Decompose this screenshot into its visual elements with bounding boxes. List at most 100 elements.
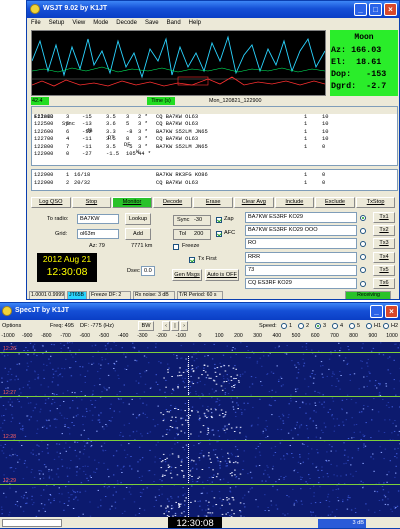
specjt-minimize-button[interactable]: _ xyxy=(370,305,383,318)
specjt-close-button[interactable]: × xyxy=(385,305,398,318)
zap-checkbox[interactable] xyxy=(216,217,222,223)
decode-cell-db: -13 xyxy=(82,121,92,128)
decode-row[interactable]: 122700 4 -11 3.5 8 3 * CQ BA7KW OL63 1 10 xyxy=(32,136,397,143)
decode-list-2[interactable]: 122900 1 16/18 BA7KW RK3FG KO86 1 0 122900 2 20/… xyxy=(31,169,398,191)
tx-message-4-input[interactable]: RRR xyxy=(245,251,357,263)
axis-tick-label: 800 xyxy=(349,333,358,339)
decode-list[interactable]: FileID Sync dB DT DF W 122300 3 -15 3.5 3 2 *… xyxy=(31,106,398,166)
grid-input[interactable]: ol63m xyxy=(77,229,119,239)
zoom-out-button[interactable]: ‹ xyxy=(162,321,170,331)
tx-first-checkbox[interactable] xyxy=(189,257,195,263)
decode-row[interactable]: 122500 5 -13 3.6 5 3 * CQ BA7KW OL63 1 10 xyxy=(32,121,397,128)
tx-message-3-input[interactable]: RO xyxy=(245,238,357,250)
clock-display: 12:30:08 xyxy=(46,266,88,278)
decode-row[interactable]: 122900 0 -27 -1.5 105 44 * xyxy=(32,151,397,158)
tx-1-radio[interactable] xyxy=(360,214,366,221)
tx-4-radio[interactable] xyxy=(360,254,366,261)
decode-row[interactable]: 122600 6 -12 3.3 -8 3 * BA7KW S52LM JN65 1 10 xyxy=(32,129,397,136)
axis-tick-label: -800 xyxy=(41,333,52,339)
spec-clock: 12:30:08 xyxy=(168,517,222,528)
stop-button[interactable]: Stop xyxy=(71,197,112,208)
exclude-button[interactable]: Exclude xyxy=(315,197,355,208)
dsec-input[interactable]: 0.0 xyxy=(141,266,155,276)
afc-checkbox[interactable] xyxy=(216,231,222,237)
tx-5-button[interactable]: Tx5 xyxy=(373,264,395,276)
tx-message-2-input[interactable]: BA7KW ES3RF KO29 OOO xyxy=(245,225,357,237)
tx-1-button[interactable]: Tx1 xyxy=(373,212,395,223)
monitor-button[interactable]: Monitor xyxy=(112,197,152,208)
clear-avg-button[interactable]: Clear Avg xyxy=(234,197,274,208)
spectrum-graph[interactable] xyxy=(31,30,326,96)
decode-cell-msg: CQ BA7KW OL63 xyxy=(156,114,199,120)
decode-cell-file: 122600 xyxy=(34,128,54,135)
bw-button[interactable]: BW xyxy=(138,321,154,331)
decode-row[interactable]: 122800 7 -11 3.5 -5 3 * BA7KW S52LM JN65 1 0 xyxy=(32,144,397,151)
axis-tick-label: 700 xyxy=(330,333,339,339)
speed-4-radio[interactable] xyxy=(332,323,338,329)
tx-2-radio[interactable] xyxy=(360,227,366,234)
tx-4-button[interactable]: Tx4 xyxy=(373,251,395,263)
lookup-button[interactable]: Lookup xyxy=(125,213,151,225)
zoom-center-button[interactable]: | xyxy=(171,321,179,331)
tx-6-radio[interactable] xyxy=(360,280,366,287)
minimize-button[interactable]: _ xyxy=(354,3,367,16)
erase-button[interactable]: Erase xyxy=(193,197,233,208)
waterfall-display[interactable]: 12:26 12:27 12:28 12:29 xyxy=(0,342,400,517)
menu-help[interactable]: Help xyxy=(189,20,201,26)
gen-msgs-button[interactable]: Gen Msgs xyxy=(172,269,202,281)
menu-file[interactable]: File xyxy=(31,20,41,26)
tx-3-radio[interactable] xyxy=(360,240,366,247)
decode-button[interactable]: Decode xyxy=(152,197,193,208)
axis-tick-label: -300 xyxy=(137,333,148,339)
tx-2-button[interactable]: Tx2 xyxy=(373,225,395,237)
speed-h2-radio[interactable] xyxy=(383,323,389,329)
menu-setup[interactable]: Setup xyxy=(49,20,65,26)
tol-spinbox[interactable]: Tol 200 xyxy=(173,229,211,240)
axis-tick-label: -1000 xyxy=(1,333,15,339)
axis-tick-label: 1000 xyxy=(386,333,398,339)
sync-spinbox[interactable]: Sync -30 xyxy=(173,215,211,226)
menu-decode[interactable]: Decode xyxy=(116,20,137,26)
txstop-button[interactable]: TxStop xyxy=(355,197,396,208)
specjt-window: SpecJT by K1JT _ × Options Freq: 495 DF:… xyxy=(0,302,400,529)
speed-5-radio[interactable] xyxy=(349,323,355,329)
axis-tick-label: -400 xyxy=(117,333,129,339)
menu-mode[interactable]: Mode xyxy=(93,20,108,26)
specjt-window-title: SpecJT by K1JT xyxy=(15,307,70,314)
tx-message-1-input[interactable]: BA7KW ES3RF KO29 xyxy=(245,212,357,223)
options-menu[interactable]: Options xyxy=(2,323,21,329)
menu-view[interactable]: View xyxy=(72,20,85,26)
graph-status-strip: 42.4 Time (s) Mon_120821_122900 xyxy=(31,97,326,105)
to-radio-input[interactable]: BA7KW xyxy=(77,214,119,224)
decode-cell-dt: 3.5 xyxy=(106,114,116,120)
log-qso-button[interactable]: Log QSO xyxy=(31,197,71,208)
decode-cell-w: 3 * xyxy=(138,128,148,135)
close-button[interactable]: × xyxy=(384,3,397,16)
include-button[interactable]: Include xyxy=(274,197,315,208)
tx-6-button[interactable]: Tx6 xyxy=(373,278,395,289)
tx-5-radio[interactable] xyxy=(360,267,366,274)
speed-2-radio[interactable] xyxy=(298,323,304,329)
add-button[interactable]: Add xyxy=(125,228,151,240)
speed-h1-radio[interactable] xyxy=(366,323,372,329)
speed-1-radio[interactable] xyxy=(281,323,287,329)
freeze-checkbox[interactable] xyxy=(173,244,179,250)
tx-message-5-input[interactable]: 73 xyxy=(245,264,357,276)
zoom-in-button[interactable]: › xyxy=(180,321,188,331)
tx-3-button[interactable]: Tx3 xyxy=(373,238,395,250)
decode-cell-file: 122500 xyxy=(34,121,54,128)
menu-band[interactable]: Band xyxy=(167,20,181,26)
auto-off-button[interactable]: Auto is OFF xyxy=(205,269,239,281)
decode-cell-sync: 5 xyxy=(66,121,70,128)
decode-row[interactable]: 122300 3 -15 3.5 3 2 * CQ BA7KW OL63 1 10 xyxy=(32,114,397,121)
maximize-button[interactable]: □ xyxy=(369,3,382,16)
decode-row[interactable]: 122900 2 20/32 CQ BA7KW OL63 1 0 xyxy=(32,180,397,187)
speed-3-radio[interactable] xyxy=(315,323,321,329)
decode-row[interactable]: 122900 1 16/18 BA7KW RK3FG KO86 1 0 xyxy=(32,172,397,179)
wsjt-window-title: WSJT 9.02 by K1JT xyxy=(43,5,108,12)
decode-cell-w: 3 * xyxy=(138,136,148,143)
decode-cell-file: 122700 xyxy=(34,136,54,143)
tx-message-6-input[interactable]: CQ ES3RF KO29 xyxy=(245,278,357,289)
menu-save[interactable]: Save xyxy=(145,20,159,26)
decode-cell-file: 122900 xyxy=(34,151,54,157)
